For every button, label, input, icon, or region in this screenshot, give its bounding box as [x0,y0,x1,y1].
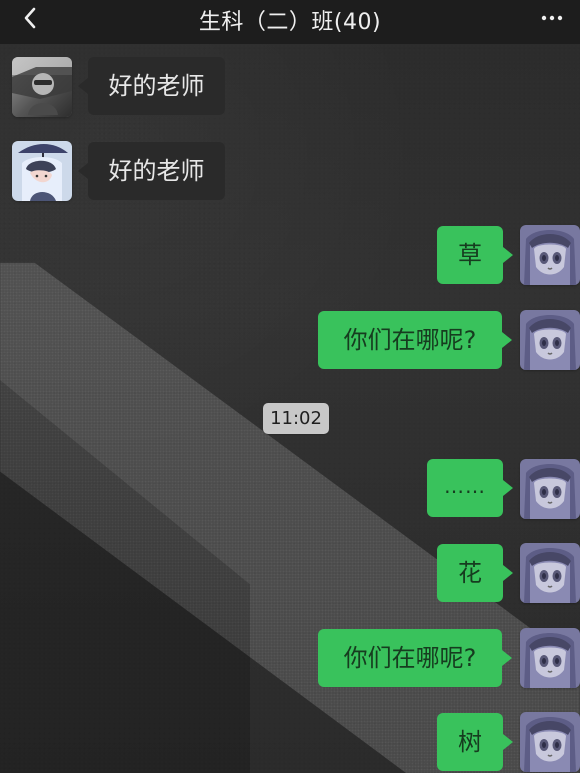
message-bubble[interactable]: 你们在哪呢? [318,629,512,687]
avatar[interactable] [520,225,580,285]
message-bubble[interactable]: 你们在哪呢? [318,311,512,369]
avatar[interactable] [520,712,580,772]
message-text: 树 [458,728,482,756]
timestamp-badge: 11:02 [263,403,329,434]
anime-girl-avatar [520,628,580,688]
avatar[interactable] [12,57,72,117]
message-text: 花 [458,559,482,587]
avatar[interactable] [520,310,580,370]
message-bubble[interactable]: 好的老师 [78,142,225,200]
avatar[interactable] [520,459,580,519]
message-text: 你们在哪呢? [343,326,477,354]
message-bubble[interactable]: 树 [437,713,513,771]
message-bubble[interactable]: 花 [437,544,513,602]
anime-girl-avatar [520,459,580,519]
more-options-button[interactable] [538,7,566,29]
message-text: 草 [458,241,482,269]
avatar[interactable] [12,141,72,201]
chat-header: 生科（二）班(40) [0,0,580,44]
more-horizontal-icon [541,15,563,21]
message-bubble[interactable]: …… [427,459,513,517]
anime-boy-umbrella-avatar [12,141,72,201]
message-list: 好的老师 好的老师 草 你们在哪呢? 11:02 …… 花 你们在哪呢? 树 [0,44,580,773]
timestamp-text: 11:02 [270,408,322,429]
message-bubble[interactable]: 好的老师 [78,57,225,115]
message-text: 你们在哪呢? [343,644,477,672]
chat-screen: 生科（二）班(40) 好的老师 好的老师 草 你们在哪呢? 11:02 …… 花… [0,0,580,773]
anime-girl-avatar [520,543,580,603]
message-bubble[interactable]: 草 [437,226,513,284]
anime-girl-avatar [520,225,580,285]
chat-title: 生科（二）班(40) [198,10,382,35]
message-text: …… [444,474,486,498]
message-text: 好的老师 [108,157,205,185]
avatar[interactable] [520,543,580,603]
message-text: 好的老师 [108,72,205,100]
anime-girl-avatar [520,712,580,772]
car-selfie-avatar [12,57,72,117]
anime-girl-avatar [520,310,580,370]
avatar[interactable] [520,628,580,688]
